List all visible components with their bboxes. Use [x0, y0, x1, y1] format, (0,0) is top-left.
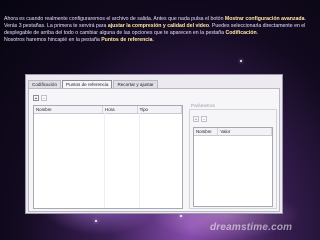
column-divider [139, 113, 140, 208]
column-header-name[interactable]: Nombre [34, 106, 104, 113]
add-marker-button[interactable]: + [33, 95, 39, 102]
watermark: dreamstime.com [210, 222, 293, 233]
parameters-title: Parámetros [191, 103, 215, 108]
sparkle [180, 215, 182, 217]
column-header-type[interactable]: Tipo [138, 106, 182, 113]
sparkle [240, 60, 242, 62]
instructions-bold: Puntos de referencia [101, 37, 153, 43]
add-parameter-button[interactable]: + [193, 116, 199, 123]
remove-marker-button[interactable]: − [41, 95, 47, 102]
instructions-bold: Codificación [225, 30, 257, 36]
sparkle [95, 220, 97, 222]
markers-table[interactable]: Nombre Hora Tipo [33, 105, 183, 209]
remove-parameter-button[interactable]: − [201, 116, 207, 123]
settings-window: Codificación Puntos de referencia Recort… [25, 74, 283, 214]
tab-panel: + − Nombre Hora Tipo Parámetros + − Nomb… [28, 88, 280, 212]
column-header-name[interactable]: Nombre [194, 128, 219, 135]
table-header: Nombre Valor [194, 128, 272, 136]
table-body [34, 113, 182, 208]
column-divider [104, 113, 105, 208]
instructions-bold: ajustar la compresión y calidad del vide… [107, 23, 210, 29]
parameters-group: + − Nombre Valor [189, 109, 277, 209]
column-header-time[interactable]: Hora [103, 106, 138, 113]
instructions-line: Verás 3 pestañas. La primera te servirá … [4, 23, 108, 29]
column-header-value[interactable]: Valor [218, 128, 272, 135]
instructions-bold: Mostrar configuración avanzada [224, 16, 305, 22]
parameters-table[interactable]: Nombre Valor [193, 127, 273, 207]
instructions-line: Ahora es cuando realmente configuraremos… [4, 16, 225, 22]
instructions-text: Ahora es cuando realmente configuraremos… [4, 16, 306, 43]
instructions-line: Nosotros haremos hincapié en la pestaña [4, 37, 102, 43]
